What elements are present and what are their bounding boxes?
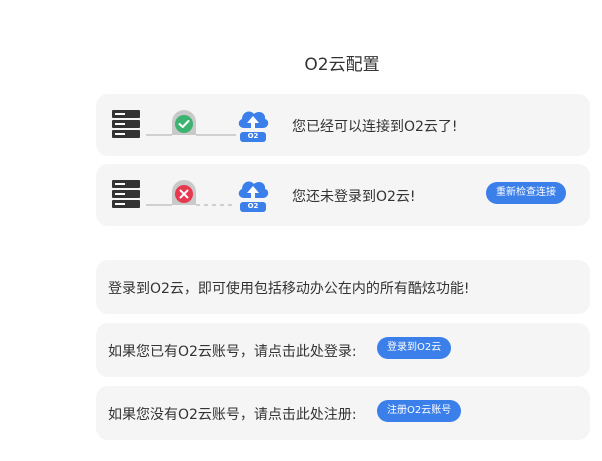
server-icon xyxy=(112,180,140,208)
info-card: 登录到O2云，即可使用包括移动办公在内的所有酷炫功能! xyxy=(96,260,590,314)
error-icon xyxy=(175,185,193,203)
page-title: O2云配置 xyxy=(304,55,380,75)
login-o2-button[interactable]: 登录到O2云 xyxy=(377,337,452,359)
cloud-badge-label: O2 xyxy=(247,132,259,140)
cloud-badge-label: O2 xyxy=(247,202,259,210)
check-icon xyxy=(175,115,193,133)
connected-status-text: 您已经可以连接到O2云了! xyxy=(292,119,458,135)
login-prompt-text: 如果您已有O2云账号，请点击此处登录: xyxy=(108,344,357,360)
info-text: 登录到O2云，即可使用包括移动办公在内的所有酷炫功能! xyxy=(108,281,470,297)
login-card: 如果您已有O2云账号，请点击此处登录: 登录到O2云 xyxy=(96,323,590,377)
register-card: 如果您没有O2云账号，请点击此处注册: 注册O2云账号 xyxy=(96,386,590,440)
login-status-card: O2 您还未登录到O2云! 重新检查连接 xyxy=(96,164,590,226)
recheck-connection-button[interactable]: 重新检查连接 xyxy=(486,182,566,204)
not-logged-in-status-text: 您还未登录到O2云! xyxy=(292,189,416,205)
register-prompt-text: 如果您没有O2云账号，请点击此处注册: xyxy=(108,407,357,423)
register-o2-button[interactable]: 注册O2云账号 xyxy=(377,400,462,422)
connection-status-card: O2 您已经可以连接到O2云了! xyxy=(96,94,590,156)
server-icon xyxy=(112,110,140,138)
